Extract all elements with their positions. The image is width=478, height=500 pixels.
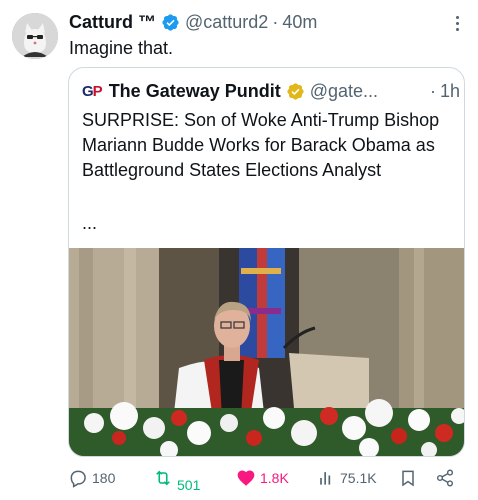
reply-button[interactable]: 180 — [68, 462, 115, 494]
logo-letter-p: P — [92, 82, 103, 100]
views-count: 75.1K — [340, 470, 377, 486]
tweet-header: Catturd ™ @catturd2 · 40m — [69, 11, 317, 33]
more-vertical-icon[interactable] — [449, 12, 465, 34]
retweet-button[interactable]: 501 — [153, 462, 200, 494]
quote-timestamp-group: · 1h — [426, 79, 460, 103]
avatar[interactable] — [12, 13, 58, 59]
quote-tweet-card[interactable]: GP The Gateway Pundit @gate... · 1h SURP… — [68, 67, 465, 457]
quote-ellipsis: ... — [82, 213, 98, 233]
gateway-pundit-logo[interactable]: GP — [82, 82, 103, 100]
bookmark-icon — [402, 470, 414, 487]
bishop-at-pulpit-photo[interactable] — [69, 248, 464, 456]
bookmark-button[interactable] — [398, 462, 418, 494]
share-icon — [436, 469, 454, 487]
quote-header: GP The Gateway Pundit @gate... — [82, 79, 378, 103]
reply-count: 180 — [92, 470, 116, 486]
verified-gold-badge-icon — [286, 82, 305, 101]
views-button[interactable]: 75.1K — [316, 462, 377, 494]
quote-separator-dot: · — [430, 80, 436, 101]
like-button[interactable]: 1.8K — [236, 462, 289, 494]
views-icon — [319, 472, 334, 485]
quote-display-name[interactable]: The Gateway Pundit — [109, 81, 281, 102]
cat-avatar-icon — [12, 13, 58, 59]
separator-dot: · — [272, 11, 279, 32]
share-button[interactable] — [435, 462, 455, 494]
like-count: 1.8K — [260, 470, 289, 486]
retweet-count: 501 — [177, 477, 201, 493]
verified-badge-icon — [161, 13, 180, 32]
retweet-icon — [156, 470, 170, 486]
logo-letter-g: G — [82, 82, 94, 100]
heart-filled-icon — [237, 470, 255, 486]
tweet-text: Imagine that. — [69, 38, 174, 58]
quote-handle[interactable]: @gate... — [310, 81, 378, 102]
display-name[interactable]: Catturd ™ — [69, 12, 156, 33]
handle[interactable]: @catturd2 — [185, 12, 268, 33]
quote-text: SURPRISE: Son of Woke Anti-Trump Bishop … — [82, 110, 440, 180]
action-bar: 180 501 1.8K 75.1K — [0, 462, 478, 494]
quote-timestamp[interactable]: 1h — [440, 81, 460, 102]
timestamp[interactable]: 40m — [282, 12, 317, 33]
reply-icon — [70, 470, 86, 488]
tweet[interactable]: Catturd ™ @catturd2 · 40m Imagine that. … — [0, 0, 478, 500]
